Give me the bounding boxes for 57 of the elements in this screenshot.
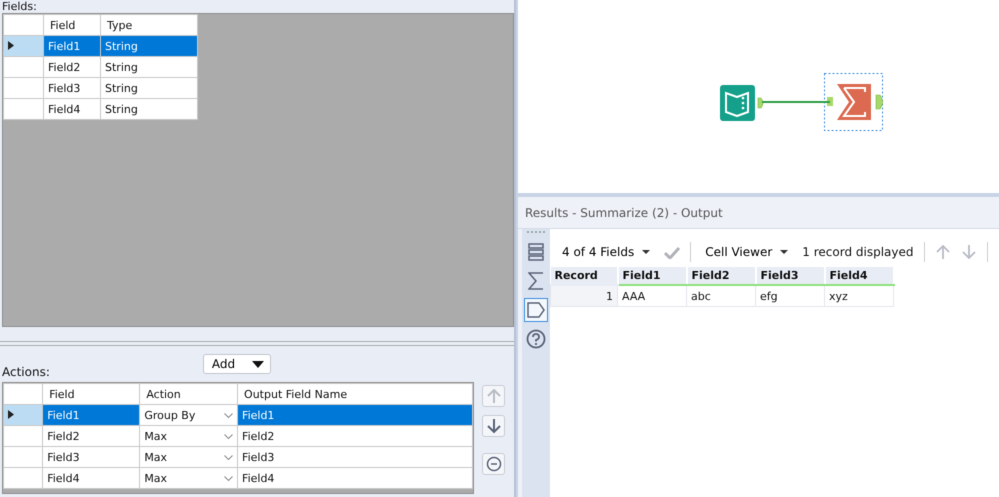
caret-icon (252, 360, 264, 368)
table-cell[interactable]: String (100, 98, 198, 120)
table-cell[interactable]: Field4 (42, 468, 140, 488)
column-header[interactable]: Field1 (618, 267, 686, 285)
actions-label: Actions: (1, 365, 50, 381)
chevron-down-icon (224, 455, 234, 460)
results-title: Results - Summarize (2) - Output (525, 206, 723, 220)
table-cell[interactable]: String (100, 78, 198, 98)
table-cell[interactable]: Field4 (238, 468, 472, 488)
chevron-down-icon (224, 413, 234, 418)
remove-button[interactable] (482, 453, 505, 475)
column-header[interactable]: Field4 (824, 267, 894, 285)
tag-icon[interactable] (524, 298, 548, 322)
table-cell[interactable]: Field3 (238, 446, 472, 468)
table-cell[interactable]: Field3 (42, 446, 140, 468)
table-cell[interactable]: Field1 (238, 404, 472, 426)
table-cell[interactable]: Field2 (44, 56, 100, 78)
help-icon[interactable] (524, 327, 548, 351)
column-header[interactable]: Field (42, 384, 140, 404)
action-dropdown[interactable]: Max (140, 426, 238, 446)
table-cell[interactable]: Field2 (42, 426, 140, 446)
column-header[interactable]: Action (140, 384, 238, 404)
row-pointer-icon (8, 40, 14, 50)
column-header[interactable]: Record (550, 267, 618, 285)
table-cell[interactable]: Field2 (238, 426, 472, 446)
column-header[interactable]: Output Field Name (238, 384, 472, 404)
fields-label: Fields: (1, 0, 37, 13)
table-cell[interactable]: String (100, 36, 198, 56)
move-down-button[interactable] (482, 415, 505, 437)
row-pointer-icon (8, 410, 14, 418)
column-header[interactable]: Field2 (686, 267, 756, 285)
table-cell: xyz (824, 285, 894, 306)
book-tool-icon[interactable] (720, 85, 766, 121)
table-cell[interactable]: Field4 (44, 98, 100, 120)
chevron-down-icon (224, 476, 234, 481)
chevron-down-icon (224, 434, 234, 439)
action-dropdown[interactable]: Group By (140, 404, 238, 426)
table-cell: abc (686, 285, 756, 306)
table-cell: AAA (618, 285, 686, 306)
table-cell[interactable]: Field1 (42, 404, 140, 426)
add-dropdown-button[interactable]: Add (202, 354, 271, 374)
caret-icon (780, 250, 788, 254)
action-dropdown[interactable]: Max (140, 446, 238, 468)
table-cell[interactable]: Field3 (44, 78, 100, 98)
action-dropdown[interactable]: Max (140, 468, 238, 488)
table-cell: 1 (550, 285, 618, 306)
connection-line (762, 101, 830, 103)
table-cell: efg (756, 285, 824, 306)
caret-icon (642, 250, 650, 254)
table-cell[interactable]: String (100, 56, 198, 78)
fields-selector[interactable]: 4 of 4 Fields (558, 245, 654, 259)
viewer-selector[interactable]: Cell Viewer (701, 245, 792, 259)
column-header[interactable]: Field3 (756, 267, 824, 285)
column-header[interactable]: Type (100, 14, 198, 36)
checkmark-icon[interactable] (664, 246, 680, 258)
record-count: 1 record displayed (802, 245, 914, 259)
table-cell[interactable]: Field1 (44, 36, 100, 56)
